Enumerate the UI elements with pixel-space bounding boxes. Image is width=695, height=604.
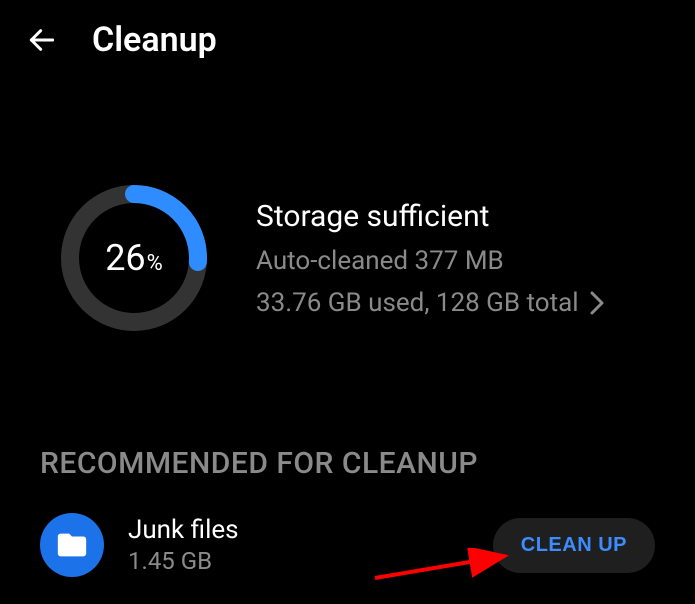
storage-info: Storage sufficient Auto-cleaned 377 MB 3… (256, 199, 605, 318)
storage-status: Storage sufficient (256, 199, 605, 234)
arrow-left-icon (26, 24, 58, 56)
storage-auto-cleaned: Auto-cleaned 377 MB (256, 246, 605, 276)
storage-usage-row: 33.76 GB used, 128 GB total (256, 288, 605, 318)
cleanup-item-size: 1.45 GB (128, 547, 469, 575)
storage-usage: 33.76 GB used, 128 GB total (256, 288, 579, 318)
recommended-heading: RECOMMENDED FOR CLEANUP (0, 376, 695, 501)
storage-summary[interactable]: 26 % Storage sufficient Auto-cleaned 377… (0, 80, 695, 376)
storage-ring: 26 % (56, 180, 212, 336)
page-title: Cleanup (92, 20, 217, 60)
back-button[interactable] (24, 22, 60, 58)
cleanup-button[interactable]: CLEAN UP (493, 518, 655, 573)
storage-percent-value: 26 (105, 237, 145, 279)
folder-icon (40, 513, 104, 577)
cleanup-item-title: Junk files (128, 515, 469, 545)
cleanup-item-text: Junk files 1.45 GB (128, 515, 469, 575)
chevron-right-icon (589, 290, 605, 316)
cleanup-item-junk-files[interactable]: Junk files 1.45 GB CLEAN UP (0, 501, 695, 589)
header: Cleanup (0, 0, 695, 80)
storage-percent: 26 % (105, 237, 163, 279)
storage-percent-unit: % (147, 251, 163, 276)
